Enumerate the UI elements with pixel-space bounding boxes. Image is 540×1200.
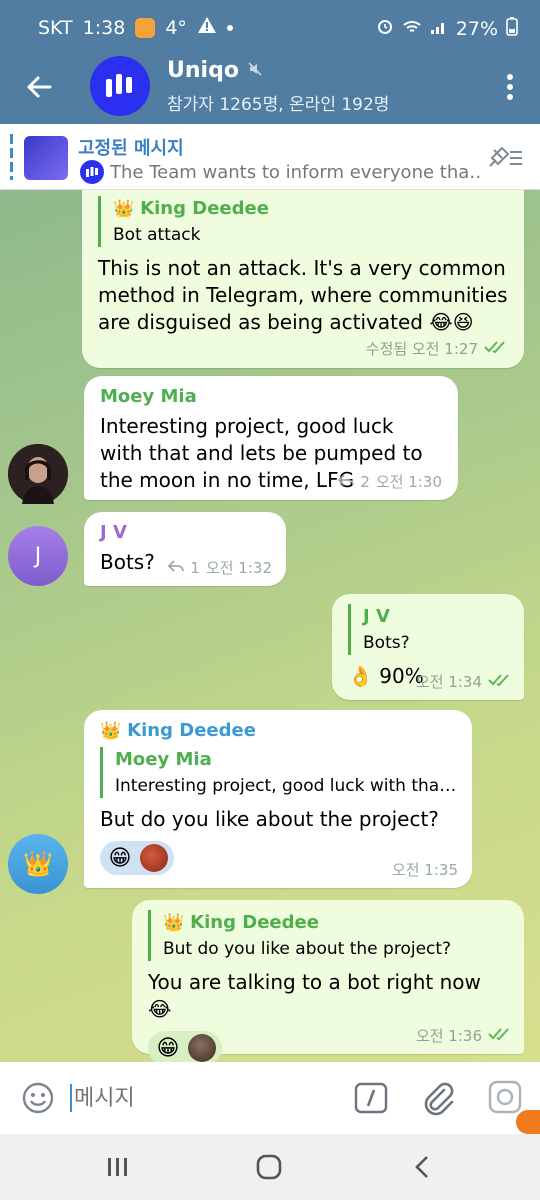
reply-sender: Moey Mia: [115, 749, 212, 770]
pinned-indicator: [10, 134, 13, 180]
reply-text: Bot attack: [113, 225, 201, 245]
message-bubble-incoming[interactable]: 👑 King Deedee Moey Mia Interesting projec…: [84, 710, 472, 888]
avatar[interactable]: 👑: [8, 834, 68, 894]
warning-icon: [197, 16, 217, 39]
reply-count-icon: [338, 473, 355, 491]
reaction-pill[interactable]: 😁: [100, 841, 174, 875]
message-meta: 수정됨 오전 1:27: [98, 338, 508, 359]
reply-count-icon: [168, 559, 185, 577]
message-time: 오전 1:36: [415, 1027, 482, 1045]
sender-name[interactable]: 👑 King Deedee: [100, 720, 456, 741]
chat-title-text: Uniqo: [167, 58, 239, 83]
message-meta: 1 오전 1:32: [168, 557, 272, 578]
message-bubble-incoming[interactable]: J V Bots? 1 오전 1:32: [84, 512, 286, 586]
battery-level: 27%: [455, 17, 498, 40]
message-meta: 2 오전 1:30: [338, 471, 442, 492]
message-text: You are talking to a bot right now 😂: [148, 970, 481, 1021]
reply-text: But do you like about the project?: [163, 939, 452, 959]
reply-preview[interactable]: 👑 King Deedee But do you like about the p…: [148, 910, 508, 961]
reaction-emoji: 😁: [156, 1035, 180, 1061]
chat-subtitle: 참가자 1265명, 온라인 192명: [167, 95, 390, 115]
reply-preview[interactable]: 👑 King Deedee Bot attack: [98, 196, 508, 247]
pinned-message-bar[interactable]: 고정된 메시지 The Team wants to inform everyon…: [0, 124, 540, 190]
bot-command-icon[interactable]: [354, 1082, 388, 1118]
more-vert-icon[interactable]: [500, 72, 520, 102]
sender-name-text: King Deedee: [127, 720, 256, 741]
reaction-emoji: 😁: [108, 845, 132, 871]
message-bubble-outgoing[interactable]: 👑 King Deedee Bot attack This is not an a…: [82, 190, 524, 368]
avatar-letter: J: [34, 543, 42, 569]
message-bubble-outgoing[interactable]: J V Bots? 👌 90% 오전 1:34: [332, 594, 524, 700]
reactor-avatar: [140, 844, 168, 872]
reactor-avatar: [188, 1034, 216, 1062]
crown-emoji: 👑: [163, 912, 185, 933]
avatar[interactable]: [8, 444, 68, 504]
temperature: 4°: [165, 16, 187, 39]
message-time: 수정됨 오전 1:27: [365, 340, 478, 358]
avatar[interactable]: J: [8, 526, 68, 586]
double-check-icon: [484, 340, 508, 358]
pinned-thumbnail: [24, 136, 68, 180]
dot-icon: [226, 24, 233, 31]
carrier-label: SKT: [38, 16, 73, 39]
channel-avatar[interactable]: [90, 56, 150, 116]
notification-badge: [516, 1110, 540, 1134]
crown-emoji: 👑: [100, 720, 122, 741]
message-bubble-outgoing[interactable]: 👑 King Deedee But do you like about the p…: [132, 900, 524, 1062]
reply-preview[interactable]: J V Bots?: [348, 604, 508, 655]
notification-app-icon: [135, 17, 156, 38]
double-check-icon: [488, 673, 512, 691]
message-bubble-incoming[interactable]: Moey Mia Interesting project, good luck …: [84, 376, 458, 500]
pinned-preview: The Team wants to inform everyone tha…: [80, 160, 480, 184]
back-nav-icon[interactable]: [412, 1154, 432, 1184]
alarm-icon: [376, 17, 394, 40]
message-time: 오전 1:30: [375, 473, 442, 491]
message-input[interactable]: [74, 1078, 334, 1118]
message-list[interactable]: 👑 King Deedee Bot attack This is not an a…: [0, 190, 540, 1062]
reply-count: 1: [190, 558, 200, 577]
sender-name[interactable]: Moey Mia: [100, 386, 442, 407]
message-time: 오전 1:35: [391, 861, 458, 879]
attach-icon[interactable]: [420, 1080, 456, 1120]
sender-name[interactable]: J V: [100, 522, 270, 543]
camera-icon[interactable]: [488, 1080, 522, 1118]
chat-header: Uniqo 참가자 1265명, 온라인 192명: [0, 52, 540, 124]
system-nav-bar: [0, 1134, 540, 1200]
reply-count: 2: [360, 472, 370, 491]
emoji-icon[interactable]: [22, 1082, 54, 1118]
reply-sender: J V: [363, 606, 390, 627]
message-meta: 오전 1:36: [416, 1025, 512, 1046]
pinned-sender-avatar: [80, 160, 104, 184]
message-time: 오전 1:34: [415, 673, 482, 691]
back-arrow-icon[interactable]: [22, 70, 56, 104]
clock: 1:38: [82, 16, 126, 39]
reaction-pill[interactable]: 😁: [148, 1031, 222, 1062]
double-check-icon: [488, 1027, 512, 1045]
reply-text: Interesting project, good luck with tha…: [115, 776, 456, 796]
message-meta: 오전 1:35: [392, 859, 458, 880]
crown-emoji: 👑: [113, 198, 135, 219]
muted-icon: [247, 58, 263, 83]
message-time: 오전 1:32: [205, 559, 272, 577]
battery-icon: [506, 16, 518, 41]
home-icon[interactable]: [256, 1154, 282, 1184]
reply-sender: King Deedee: [190, 912, 319, 933]
wifi-icon: [402, 18, 422, 40]
text-cursor: [70, 1084, 72, 1112]
reply-text: Bots?: [363, 633, 410, 653]
signal-icon: [430, 18, 448, 40]
message-text: This is not an attack. It's a very commo…: [98, 256, 508, 334]
crown-emoji: 👑: [23, 850, 53, 878]
status-bar: SKT 1:38 4° 27%: [0, 0, 540, 52]
recent-apps-icon[interactable]: [106, 1156, 130, 1182]
composer: [0, 1062, 540, 1134]
reply-sender: King Deedee: [140, 198, 269, 219]
message-meta: 오전 1:34: [416, 671, 512, 692]
pinned-text: The Team wants to inform everyone tha…: [110, 161, 480, 183]
pinned-title: 고정된 메시지: [78, 138, 184, 159]
chat-title[interactable]: Uniqo: [167, 58, 263, 83]
reply-preview[interactable]: Moey Mia Interesting project, good luck …: [100, 747, 456, 798]
pin-list-icon[interactable]: [486, 144, 524, 174]
message-text: But do you like about the project?: [100, 807, 439, 831]
